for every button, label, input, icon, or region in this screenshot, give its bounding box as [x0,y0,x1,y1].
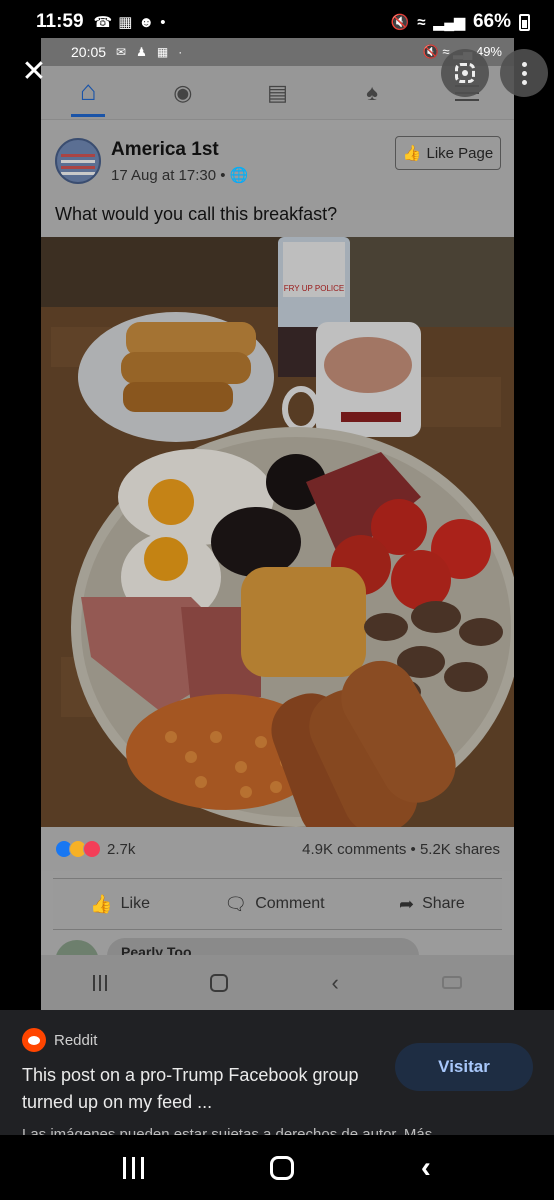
reaction-count[interactable]: 2.7k [107,841,135,858]
post-stats[interactable]: 4.9K comments • 5.2K shares [302,841,500,858]
visit-button[interactable]: Visitar [395,1043,533,1091]
like-button[interactable]: 👍 Like [90,894,150,915]
comment-button[interactable]: 🗨 Comment [224,894,324,915]
breakfast-photo-svg: FRY UP POLICE [41,237,514,827]
whatsapp-icon: ☎ [93,14,113,31]
outer-battery-text: 66% [472,11,511,32]
image-icon: ▦ [156,45,169,59]
recents-icon [92,974,107,991]
post-timestamp: 17 Aug at 17:30 • 🌐 [111,166,248,184]
recents-button[interactable] [123,1156,145,1179]
outer-system-nav: ‹ [0,1135,554,1200]
close-icon[interactable]: ✕ [14,52,54,92]
love-reaction-icon [83,840,101,858]
result-card[interactable]: Reddit This post on a pro-Trump Facebook… [0,1010,554,1135]
screenshot-panel: 20:05 ✉ ♟ ▦ · 🔇 ≈ ▂▄ 49% ⌂ ◉ ▤ ♠ America… [41,38,514,1010]
wifi-icon: ≈ [417,13,426,31]
card-source: Reddit [22,1028,97,1052]
comment-icon: 🗨 [224,893,248,914]
lens-button[interactable] [441,49,489,97]
like-page-label: Like Page [426,144,494,162]
inner-system-nav: ‹ [41,955,514,1010]
card-title[interactable]: This post on a pro-Trump Facebook group … [22,1062,372,1116]
post-photo[interactable]: FRY UP POLICE [41,237,514,827]
thumbs-up-icon: 👍 [402,145,422,162]
accessibility-icon: ♟ [136,45,147,59]
share-icon: ➦ [398,893,415,914]
back-button[interactable]: ‹ [421,1151,431,1185]
copyright-notice: Las imágenes pueden estar sujetas a dere… [22,1126,433,1135]
post-time-text: 17 Aug at 17:30 • [111,167,226,184]
keyboard-icon [442,976,463,989]
groups-icon[interactable]: ◉ [166,76,200,110]
more-options-button[interactable] [500,49,548,97]
home-nav-icon [210,973,229,992]
outer-status-right: 🔇 ≈ ▂▄▆ 66% [391,11,530,33]
globe-icon: 🌐 [229,167,249,184]
post-header: America 1st 17 Aug at 17:30 • 🌐 👍 Like P… [41,130,514,210]
back-nav-icon: ‹ [331,969,339,995]
share-button[interactable]: ➦ Share [399,894,465,915]
like-page-button[interactable]: 👍 Like Page [395,136,501,170]
comment-label: Comment [255,895,325,912]
lens-icon [455,63,475,83]
thumbs-up-icon: 👍 [90,893,113,914]
snapchat-icon: ☻ [138,13,155,31]
reactions-bar: 2.7k 4.9K comments • 5.2K shares [41,827,514,871]
page-avatar[interactable] [55,138,101,184]
page-name[interactable]: America 1st [111,139,219,161]
home-button[interactable] [270,1155,295,1180]
inner-clock: 20:05 [71,44,107,60]
home-icon[interactable]: ⌂ [71,69,106,117]
notification-icons: ☎ ▦ ☻ • [93,13,166,32]
like-label: Like [120,895,150,912]
share-label: Share [422,895,465,912]
dot-icon: • [160,13,166,31]
outer-clock: 11:59 [36,11,84,32]
source-name: Reddit [54,1031,98,1049]
marketplace-icon[interactable]: ▤ [260,76,294,110]
mute-icon: 🔇 [390,14,410,31]
bell-icon[interactable]: ♠ [355,76,389,110]
mail-icon: ✉ [116,45,127,59]
reddit-icon [22,1028,46,1052]
post-actions: 👍 Like 🗨 Comment ➦ Share [53,878,502,930]
signal-icon: ▂▄▆ [433,13,465,30]
post-caption: What would you call this breakfast? [55,204,338,224]
dot-icon: · [178,45,183,59]
battery-icon [519,13,530,31]
gallery-icon: ▦ [118,14,133,31]
